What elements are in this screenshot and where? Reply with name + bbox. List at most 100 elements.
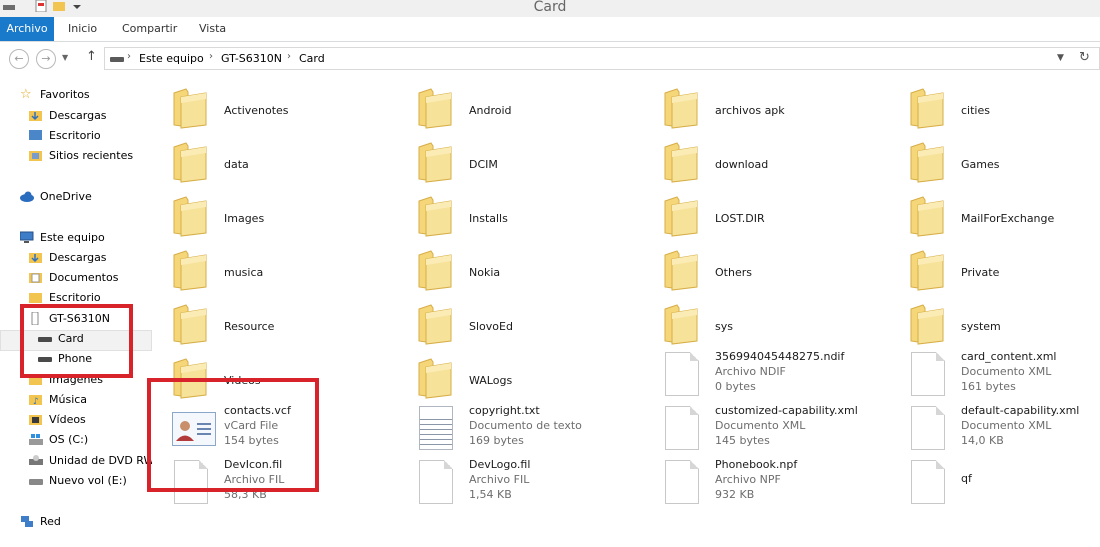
desktop-icon [29,130,42,140]
tab-archivo[interactable]: Archivo [0,17,54,41]
recent-locations-chevron-icon[interactable]: ▼ [62,53,68,62]
forward-button[interactable]: → [36,49,56,69]
address-dropdown-icon[interactable]: ▼ [1057,53,1064,63]
file-type: Documento XML [715,419,806,432]
text-document-icon [419,406,453,450]
folder-name: Private [961,266,1000,279]
folder-item[interactable]: Installs [397,186,642,240]
folder-item[interactable]: Images [152,186,397,240]
folder-name: sys [715,320,733,333]
folder-name: cities [961,104,990,117]
file-type: Documento XML [961,419,1052,432]
folder-name: DCIM [469,158,498,171]
file-size: 932 KB [715,488,755,501]
folder-item[interactable]: Others [643,240,888,294]
tab-inicio[interactable]: Inicio [68,17,97,41]
computer-icon [20,231,34,243]
cloud-icon [20,191,34,202]
file-name: card_content.xml [961,350,1057,363]
folder-item[interactable]: Resource [152,294,397,348]
folder-item[interactable]: system [889,294,1100,348]
drive-icon [110,57,124,62]
file-item[interactable]: card_content.xml Documento XML 161 bytes [889,348,1100,402]
folder-item[interactable]: cities [889,78,1100,132]
file-item[interactable]: customized-capability.xml Documento XML 14… [643,402,888,456]
folder-item[interactable]: sys [643,294,888,348]
folder-name: LOST.DIR [715,212,765,225]
folder-name: data [224,158,249,171]
folder-name: WALogs [469,374,513,387]
address-bar[interactable]: › Este equipo › GT-S6310N › Card ▼ ↻ [104,47,1100,70]
folder-name: download [715,158,769,171]
folder-icon [664,88,698,129]
folder-item[interactable]: DCIM [397,132,642,186]
folder-item[interactable]: archivos apk [643,78,888,132]
folder-name: system [961,320,1001,333]
recent-places-icon [29,151,42,161]
file-item[interactable]: 356994045448275.ndif Archivo NDIF 0 bytes [643,348,888,402]
breadcrumb-card[interactable]: Card [299,52,325,65]
file-item[interactable]: copyright.txt Documento de texto 169 bytes [397,402,642,456]
blank-document-icon [911,406,945,450]
file-type: Documento de texto [469,419,582,432]
file-item[interactable]: DevLogo.fil Archivo FIL 1,54 KB [397,456,642,510]
tab-vista[interactable]: Vista [199,17,226,41]
file-type: Archivo NPF [715,473,781,486]
windows-drive-icon [29,434,43,445]
ribbon-tabs: Archivo Inicio Compartir Vista [0,17,1100,42]
folder-item[interactable]: download [643,132,888,186]
folder-item[interactable]: Games [889,132,1100,186]
folder-item[interactable]: Activenotes [152,78,397,132]
drive-icon [29,479,43,485]
folder-item[interactable]: Android [397,78,642,132]
folder-icon [418,88,452,129]
explorer-window: Card Archivo Inicio Compartir Vista ← → … [0,0,1100,547]
file-size: 169 bytes [469,434,524,447]
folder-item[interactable]: Private [889,240,1100,294]
folder-item[interactable]: Nokia [397,240,642,294]
folder-name: musica [224,266,264,279]
file-item[interactable]: Phonebook.npf Archivo NPF 932 KB [643,456,888,510]
folder-icon [664,250,698,291]
folder-icon [173,196,207,237]
folder-item[interactable]: WALogs [397,348,642,402]
music-folder-icon: ♪ [29,395,42,406]
file-name: customized-capability.xml [715,404,858,417]
folder-name: Others [715,266,752,279]
back-button[interactable]: ← [9,49,29,69]
dvd-drive-icon [29,455,43,465]
folder-item[interactable]: data [152,132,397,186]
folder-icon [910,250,944,291]
breadcrumb-device[interactable]: GT-S6310N [221,52,282,65]
up-arrow-icon[interactable]: ↑ [86,49,97,64]
folder-name: SlovoEd [469,320,513,333]
folder-icon [664,142,698,183]
folder-name: MailForExchange [961,212,1055,225]
folder-name: Images [224,212,265,225]
folder-item[interactable]: MailForExchange [889,186,1100,240]
refresh-icon[interactable]: ↻ [1079,50,1090,65]
folder-item[interactable]: musica [152,240,397,294]
folder-name: Resource [224,320,275,333]
file-size: 145 bytes [715,434,770,447]
folder-icon [910,304,944,345]
tab-compartir[interactable]: Compartir [122,17,177,41]
folder-icon [910,88,944,129]
breadcrumb-separator-icon[interactable]: › [287,51,291,62]
folder-item[interactable]: LOST.DIR [643,186,888,240]
folder-name: Activenotes [224,104,289,117]
folder-icon [910,142,944,183]
file-size: 14,0 KB [961,434,1004,447]
file-name: default-capability.xml [961,404,1080,417]
breadcrumb-separator-icon[interactable]: › [127,51,131,62]
breadcrumb-separator-icon[interactable]: › [209,51,213,62]
downloads-folder-icon [29,253,42,263]
folder-name: Installs [469,212,508,225]
file-item[interactable]: qf [889,456,1100,510]
folder-item[interactable]: SlovoEd [397,294,642,348]
file-item[interactable]: default-capability.xml Documento XML 14,0 … [889,402,1100,456]
breadcrumb-este-equipo[interactable]: Este equipo [139,52,204,65]
folder-icon [173,88,207,129]
folder-icon [418,304,452,345]
documents-folder-icon [29,273,42,283]
